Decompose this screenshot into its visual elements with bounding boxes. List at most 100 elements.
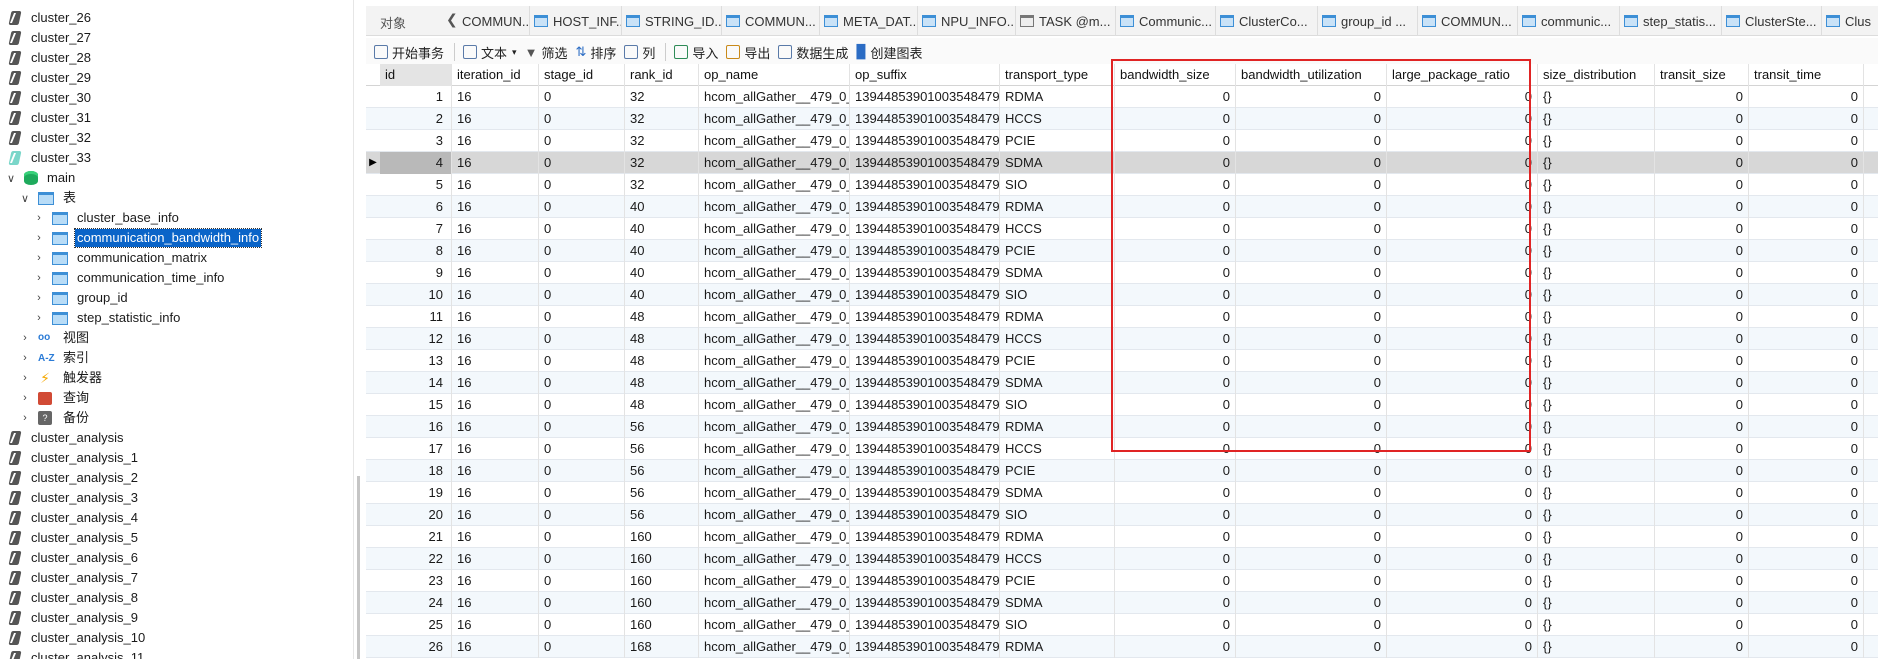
cell-bandwidth-utilization[interactable]: 0 — [1236, 570, 1387, 592]
cell-iteration-id[interactable]: 16 — [452, 284, 539, 306]
cell-transport-type[interactable]: PCIE — [1000, 460, 1115, 482]
tab-document[interactable]: Communic... — [1116, 6, 1216, 36]
column-header-op-suffix[interactable]: op_suffix — [850, 64, 1000, 86]
cell-bandwidth-utilization[interactable]: 0 — [1236, 372, 1387, 394]
cell-transit-time[interactable]: 0 — [1749, 240, 1864, 262]
cell-transit-time[interactable]: 0 — [1749, 548, 1864, 570]
cell-stage-id[interactable]: 0 — [539, 108, 625, 130]
cell-op-name[interactable]: hcom_allGather__479_0_1 — [699, 372, 850, 394]
row-marker[interactable] — [366, 614, 380, 636]
export-button[interactable]: 导出 — [726, 43, 770, 62]
cell-op-suffix[interactable]: 13944853901003548479 — [850, 504, 1000, 526]
cell-transit-time[interactable]: 0 — [1749, 482, 1864, 504]
tree-item-table[interactable]: › communication_matrix — [32, 248, 209, 268]
cell-transit-time[interactable]: 0 — [1749, 614, 1864, 636]
tab-document[interactable]: STRING_ID... — [622, 6, 722, 36]
cell-iteration-id[interactable]: 16 — [452, 504, 539, 526]
cell-op-name[interactable]: hcom_allGather__479_0_1 — [699, 460, 850, 482]
tab-document[interactable]: COMMUN... — [722, 6, 820, 36]
tree-item-table[interactable]: › communication_time_info — [32, 268, 226, 288]
cell-bandwidth-size[interactable]: 0 — [1115, 526, 1236, 548]
tree-item-cluster[interactable]: cluster_analysis_8 — [8, 588, 140, 608]
chevron-right-icon[interactable]: › — [32, 212, 46, 224]
row-marker[interactable] — [366, 394, 380, 416]
cell-op-name[interactable]: hcom_allGather__479_0_1 — [699, 306, 850, 328]
cell-op-name[interactable]: hcom_allGather__479_0_1 — [699, 284, 850, 306]
cell-stage-id[interactable]: 0 — [539, 482, 625, 504]
cell-rank-id[interactable]: 48 — [625, 328, 699, 350]
tree-item-triggers[interactable]: › ⚡ 触发器 — [18, 368, 104, 388]
cell-bandwidth-utilization[interactable]: 0 — [1236, 504, 1387, 526]
cell-stage-id[interactable]: 0 — [539, 548, 625, 570]
cell-bandwidth-utilization[interactable]: 0 — [1236, 130, 1387, 152]
cell-op-suffix[interactable]: 13944853901003548479 — [850, 86, 1000, 108]
cell-iteration-id[interactable]: 16 — [452, 394, 539, 416]
cell-transit-time[interactable]: 0 — [1749, 372, 1864, 394]
cell-transit-size[interactable]: 0 — [1655, 86, 1749, 108]
table-row[interactable]: 3 16 0 32 hcom_allGather__479_0_1 13944853901… — [366, 130, 1878, 152]
cell-stage-id[interactable]: 0 — [539, 284, 625, 306]
cell-iteration-id[interactable]: 16 — [452, 372, 539, 394]
column-header-transit-size[interactable]: transit_size — [1655, 64, 1749, 86]
cell-iteration-id[interactable]: 16 — [452, 306, 539, 328]
cell-transport-type[interactable]: SDMA — [1000, 152, 1115, 174]
cell-transit-time[interactable]: 0 — [1749, 306, 1864, 328]
cell-id[interactable]: 17 — [380, 438, 452, 460]
cell-bandwidth-size[interactable]: 0 — [1115, 592, 1236, 614]
tree-item-main[interactable]: ∨ main — [4, 168, 77, 188]
cell-op-suffix[interactable]: 13944853901003548479 — [850, 152, 1000, 174]
cell-stage-id[interactable]: 0 — [539, 636, 625, 658]
cell-iteration-id[interactable]: 16 — [452, 636, 539, 658]
cell-iteration-id[interactable]: 16 — [452, 350, 539, 372]
cell-id[interactable]: 7 — [380, 218, 452, 240]
tree-item-cluster[interactable]: cluster_28 — [8, 48, 93, 68]
cell-iteration-id[interactable]: 16 — [452, 438, 539, 460]
cell-bandwidth-utilization[interactable]: 0 — [1236, 240, 1387, 262]
tree-item-cluster[interactable]: cluster_32 — [8, 128, 93, 148]
cell-op-suffix[interactable]: 13944853901003548479 — [850, 240, 1000, 262]
tree-item-indexes[interactable]: › A-Z 索引 — [18, 348, 91, 368]
cell-op-name[interactable]: hcom_allGather__479_0_1 — [699, 328, 850, 350]
row-marker[interactable] — [366, 526, 380, 548]
cell-transit-time[interactable]: 0 — [1749, 636, 1864, 658]
cell-id[interactable]: 11 — [380, 306, 452, 328]
cell-large-package-ratio[interactable]: 0 — [1387, 350, 1538, 372]
cell-transport-type[interactable]: SIO — [1000, 394, 1115, 416]
cell-iteration-id[interactable]: 16 — [452, 592, 539, 614]
current-row-marker-icon[interactable]: ▶ — [366, 152, 380, 174]
tree-item-cluster[interactable]: cluster_33 — [8, 148, 93, 168]
cell-large-package-ratio[interactable]: 0 — [1387, 284, 1538, 306]
cell-bandwidth-utilization[interactable]: 0 — [1236, 482, 1387, 504]
cell-id[interactable]: 16 — [380, 416, 452, 438]
cell-size-distribution[interactable]: {} — [1538, 460, 1655, 482]
cell-large-package-ratio[interactable]: 0 — [1387, 240, 1538, 262]
tab-document[interactable]: ClusterCo... — [1216, 6, 1318, 36]
chevron-right-icon[interactable]: › — [18, 412, 32, 424]
cell-op-suffix[interactable]: 13944853901003548479 — [850, 328, 1000, 350]
tree-item-cluster[interactable]: cluster_analysis_6 — [8, 548, 140, 568]
cell-transport-type[interactable]: RDMA — [1000, 196, 1115, 218]
cell-bandwidth-size[interactable]: 0 — [1115, 460, 1236, 482]
cell-transport-type[interactable]: HCCS — [1000, 548, 1115, 570]
cell-bandwidth-size[interactable]: 0 — [1115, 130, 1236, 152]
cell-large-package-ratio[interactable]: 0 — [1387, 196, 1538, 218]
tab-scroll-left-icon[interactable]: ❮ — [446, 11, 458, 28]
cell-transit-time[interactable]: 0 — [1749, 570, 1864, 592]
cell-transport-type[interactable]: HCCS — [1000, 438, 1115, 460]
chevron-right-icon[interactable]: › — [32, 312, 46, 324]
cell-transit-time[interactable]: 0 — [1749, 108, 1864, 130]
table-row[interactable]: 20 16 0 56 hcom_allGather__479_0_1 1394485390… — [366, 504, 1878, 526]
column-header-size-distribution[interactable]: size_distribution — [1538, 64, 1655, 86]
cell-bandwidth-size[interactable]: 0 — [1115, 416, 1236, 438]
chevron-right-icon[interactable]: › — [18, 332, 32, 344]
cell-rank-id[interactable]: 56 — [625, 416, 699, 438]
cell-op-suffix[interactable]: 13944853901003548479 — [850, 460, 1000, 482]
cell-stage-id[interactable]: 0 — [539, 416, 625, 438]
cell-size-distribution[interactable]: {} — [1538, 416, 1655, 438]
cell-transport-type[interactable]: SDMA — [1000, 262, 1115, 284]
cell-rank-id[interactable]: 32 — [625, 108, 699, 130]
cell-size-distribution[interactable]: {} — [1538, 130, 1655, 152]
cell-size-distribution[interactable]: {} — [1538, 614, 1655, 636]
cell-transport-type[interactable]: SDMA — [1000, 592, 1115, 614]
tab-document[interactable]: ClusterSte... — [1722, 6, 1822, 36]
